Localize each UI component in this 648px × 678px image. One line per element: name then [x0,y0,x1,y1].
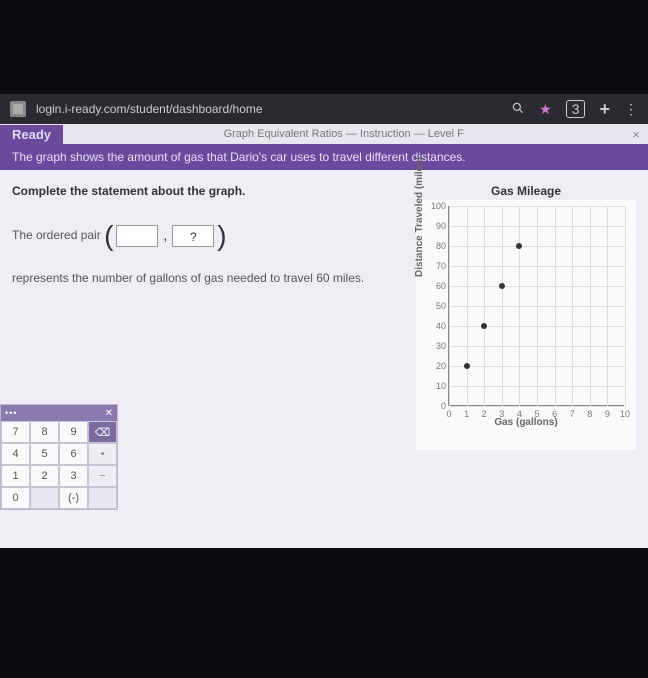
url-text[interactable]: login.i-ready.com/student/dashboard/home [36,102,501,116]
grid-line-v [607,206,608,406]
grid-line-v [502,206,503,406]
data-point [481,323,487,329]
statement-part2: represents the number of gallons of gas … [12,271,364,285]
grid-line-v [467,206,468,406]
y-tick-label: 90 [430,221,446,231]
keypad-drag-handle[interactable]: ••• [5,408,17,418]
instruction-text: Complete the statement about the graph. [12,184,404,198]
chart: Distance Traveled (miles) 012345678910 G… [416,200,636,450]
browser-address-bar: login.i-ready.com/student/dashboard/home… [0,94,648,124]
y-tick-label: 70 [430,261,446,271]
y-tick-label: 80 [430,241,446,251]
grid-line-v [625,206,626,406]
keypad-5[interactable]: 5 [30,443,59,465]
keypad-2[interactable]: 2 [30,465,59,487]
y-tick-label: 40 [430,321,446,331]
problem-prompt-text: The graph shows the amount of gas that D… [12,150,466,164]
keypad-9[interactable]: 9 [59,421,88,443]
keypad-4[interactable]: 4 [1,443,30,465]
keypad-backspace[interactable]: ⌫ [88,421,117,443]
chart-column: Gas Mileage Distance Traveled (miles) 01… [416,184,636,534]
grid-line-v [555,206,556,406]
new-tab-icon[interactable]: + [599,99,610,120]
keypad-minus[interactable]: − [88,465,117,487]
data-point [516,243,522,249]
keypad-1[interactable]: 1 [1,465,30,487]
keypad-7[interactable]: 7 [1,421,30,443]
y-tick-label: 50 [430,301,446,311]
statement: The ordered pair ( , ? ) represents the … [12,212,404,288]
pair-input-2[interactable]: ? [172,225,214,247]
site-favicon [10,101,26,117]
keypad-decimal[interactable]: • [88,443,117,465]
app-header: Ready Graph Equivalent Ratios — Instruct… [0,124,648,144]
ordered-pair: ( , ? ) [104,212,227,260]
chart-title: Gas Mileage [416,184,636,198]
x-axis-label: Gas (gallons) [416,417,636,428]
keypad-empty [30,487,59,509]
y-tick-label: 0 [430,401,446,411]
close-lesson-button[interactable]: × [624,127,648,142]
keypad-3[interactable]: 3 [59,465,88,487]
numeric-keypad: ••• ✕ 789⌫ 456• 123− 0 (-) [0,404,118,510]
comma: , [163,224,167,248]
y-tick-label: 100 [430,201,446,211]
data-point [464,363,470,369]
bookmark-star-icon[interactable]: ★ [539,101,552,118]
keypad-empty [88,487,117,509]
y-tick-label: 20 [430,361,446,371]
grid-line-v [519,206,520,406]
keypad-negative[interactable]: (-) [59,487,88,509]
keypad-6[interactable]: 6 [59,443,88,465]
keypad-close-icon[interactable]: ✕ [105,408,113,419]
keypad-header[interactable]: ••• ✕ [1,405,117,421]
lesson-title: Graph Equivalent Ratios — Instruction — … [63,128,624,140]
menu-dots-icon[interactable]: ⋮ [624,101,638,118]
keypad-0[interactable]: 0 [1,487,30,509]
y-tick-label: 30 [430,341,446,351]
y-tick-label: 60 [430,281,446,291]
keypad-body: 789⌫ 456• 123− 0 (-) [1,421,117,509]
tab-count[interactable]: 3 [566,100,586,118]
keypad-8[interactable]: 8 [30,421,59,443]
grid-line-v [484,206,485,406]
open-paren: ( [104,212,113,260]
pair-input-1[interactable] [116,225,158,247]
data-point [499,283,505,289]
brand-label: Ready [0,125,63,144]
grid-line-v [537,206,538,406]
problem-prompt-bar: The graph shows the amount of gas that D… [0,144,648,170]
statement-part1: The ordered pair [12,228,101,242]
y-axis-label: Distance Traveled (miles) [414,157,425,277]
grid-line-v [572,206,573,406]
close-paren: ) [217,212,226,260]
grid-line-h [449,406,625,407]
y-tick-label: 10 [430,381,446,391]
grid-line-v [449,206,450,406]
plot-area: 012345678910 [448,206,624,406]
search-icon[interactable] [511,101,525,118]
grid-line-v [590,206,591,406]
